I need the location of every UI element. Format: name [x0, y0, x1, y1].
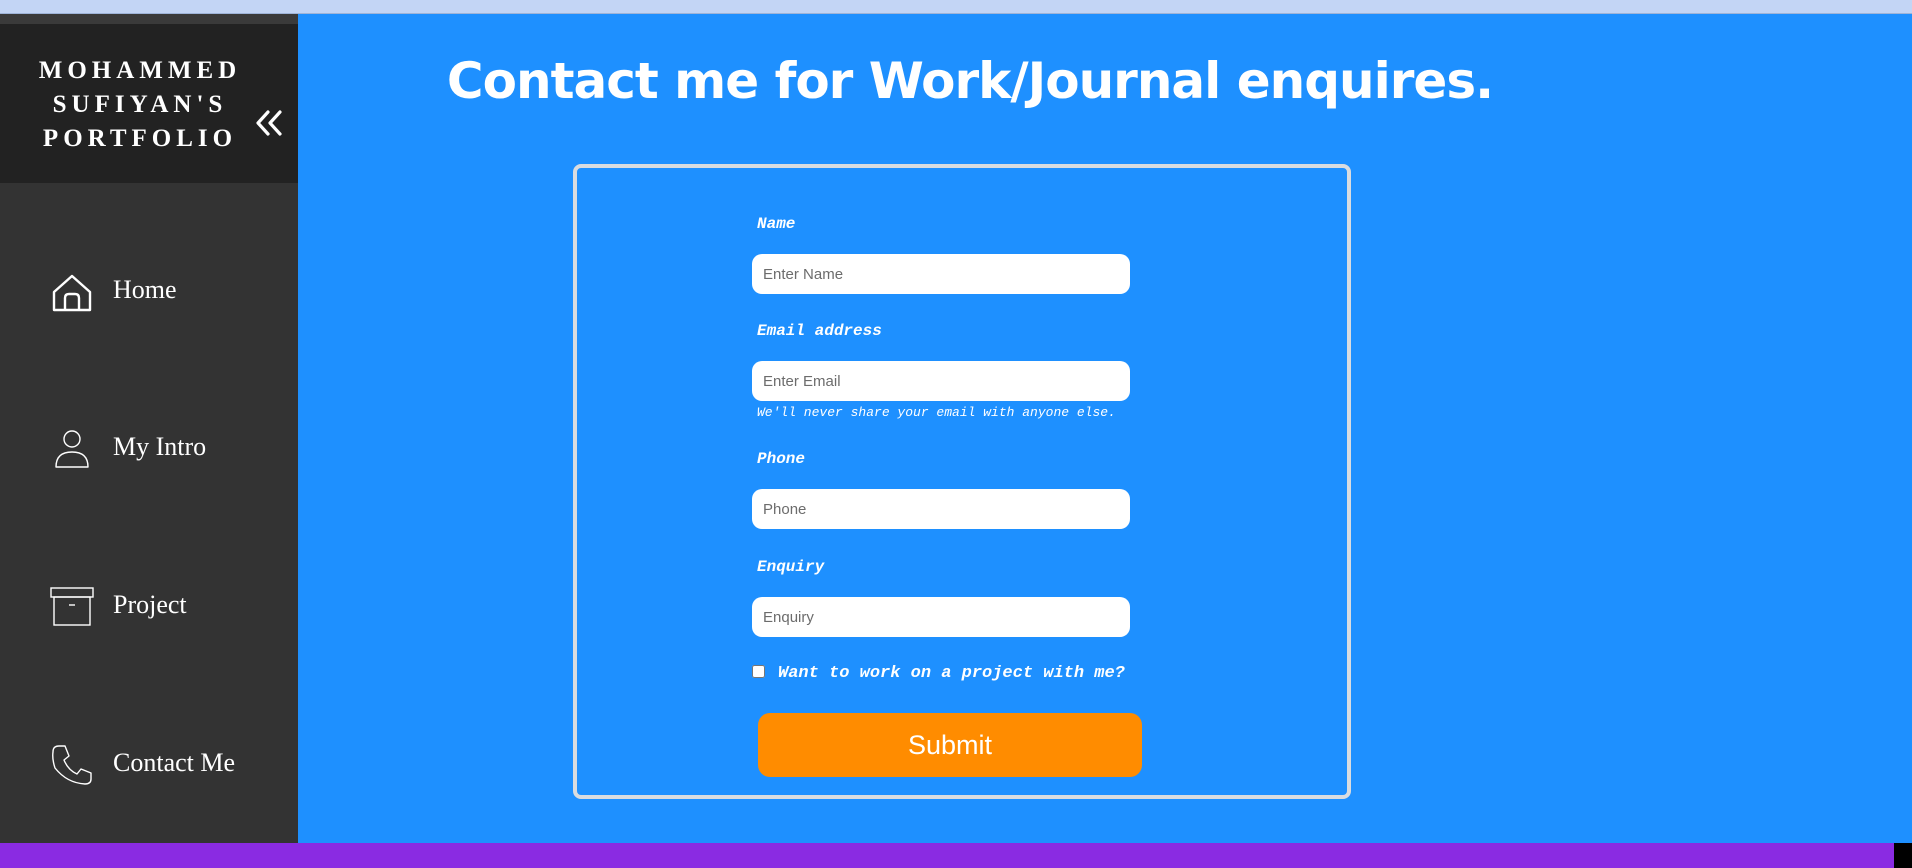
sidebar-item-home[interactable]: Home — [0, 255, 298, 325]
name-input[interactable] — [752, 254, 1130, 294]
phone-icon — [50, 743, 94, 787]
footer-bar — [0, 843, 1912, 868]
email-label: Email address — [757, 322, 882, 340]
sidebar-item-my-intro[interactable]: My Intro — [0, 412, 298, 482]
browser-top-strip — [0, 0, 1912, 14]
sidebar-top-edge — [0, 14, 298, 24]
enquiry-label: Enquiry — [757, 558, 825, 576]
project-checkbox[interactable] — [752, 665, 765, 678]
sidebar-item-label: Home — [113, 275, 177, 304]
phone-label: Phone — [757, 450, 806, 468]
email-input[interactable] — [752, 361, 1130, 401]
enquiry-input[interactable] — [752, 597, 1130, 637]
archive-box-icon — [50, 585, 94, 629]
home-icon — [50, 270, 94, 314]
submit-button[interactable]: Submit — [758, 713, 1142, 777]
sidebar-item-project[interactable]: Project — [0, 570, 298, 640]
project-checkbox-label[interactable]: Want to work on a project with me? — [778, 664, 1125, 683]
phone-input[interactable] — [752, 489, 1130, 529]
user-icon — [50, 427, 94, 471]
sidebar-item-label: My Intro — [113, 432, 207, 461]
sidebar-item-contact-me[interactable]: Contact Me — [0, 728, 298, 798]
corner-block — [1894, 843, 1912, 868]
sidebar: MOHAMMED SUFIYAN'S PORTFOLIO Home My Int… — [0, 14, 298, 843]
sidebar-item-label: Contact Me — [113, 748, 236, 777]
email-help-text: We'll never share your email with anyone… — [757, 405, 1116, 420]
sidebar-item-label: Project — [113, 590, 187, 619]
name-label: Name — [757, 215, 796, 233]
double-chevron-left-icon[interactable] — [252, 106, 286, 140]
page-title: Contact me for Work/Journal enquires. — [446, 52, 1494, 110]
